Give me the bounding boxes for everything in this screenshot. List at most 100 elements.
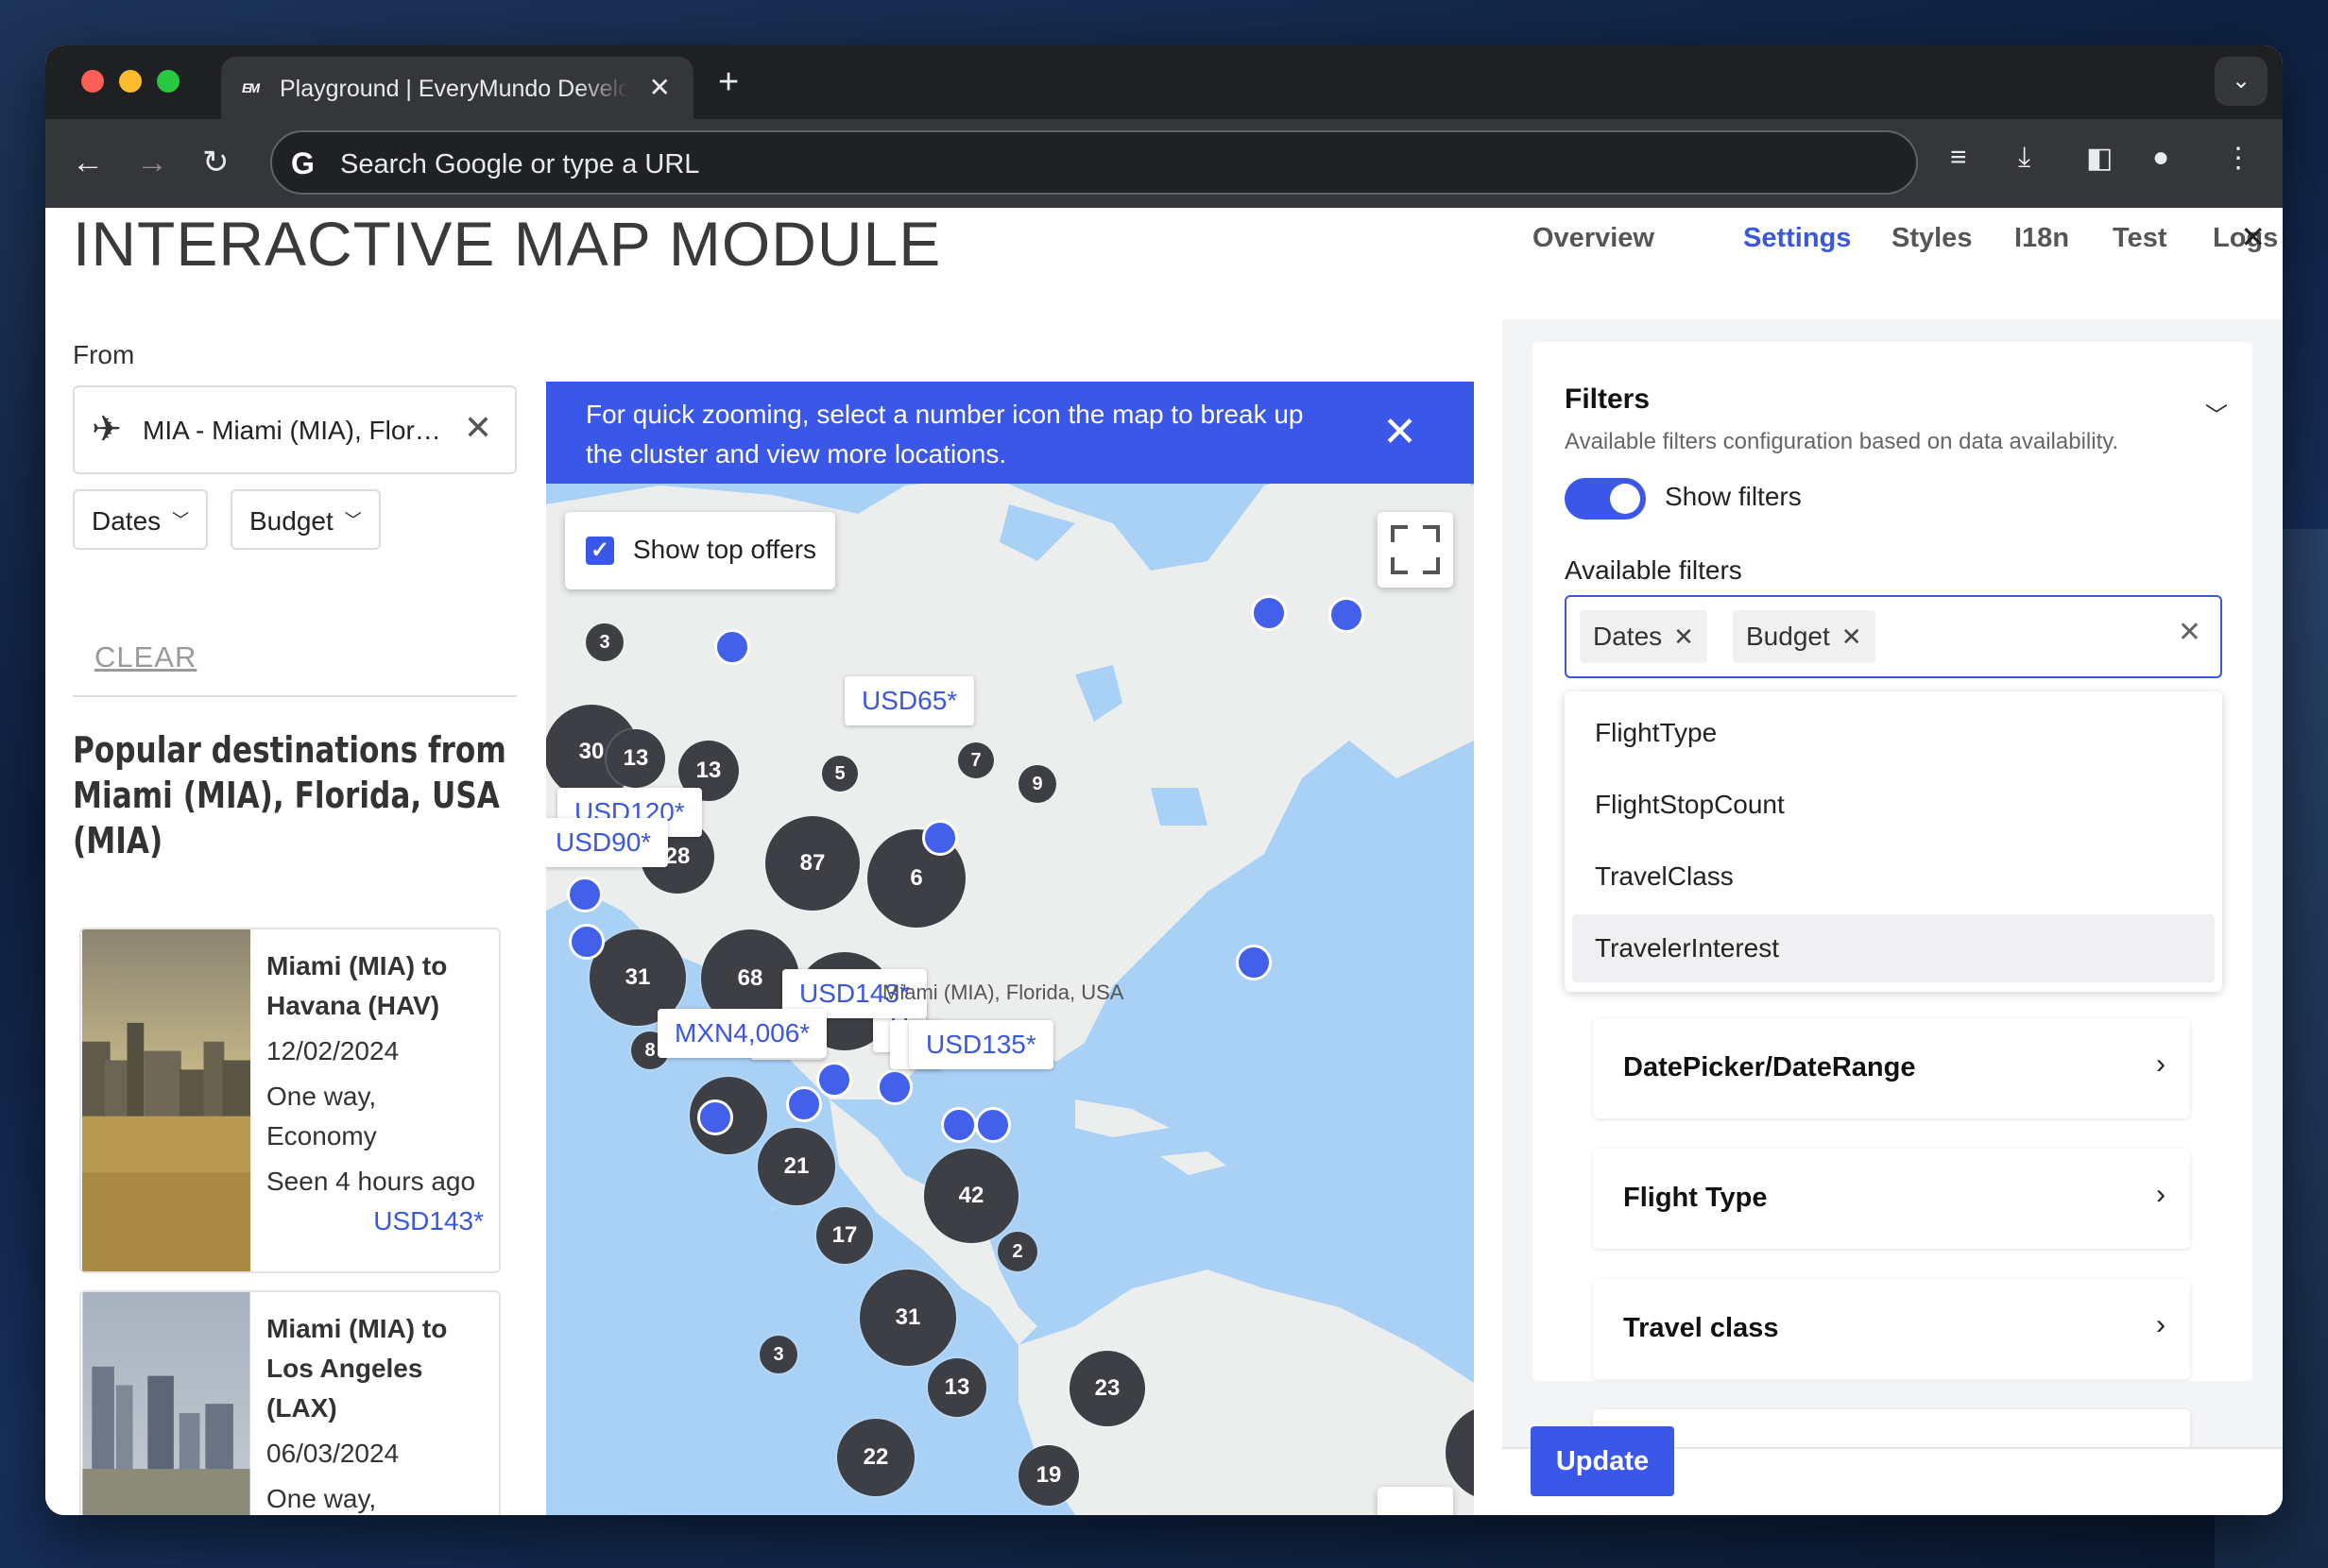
- chevron-right-icon: ›: [2156, 1179, 2165, 1210]
- section-flight-type[interactable]: Flight Type ›: [1593, 1149, 2190, 1249]
- tab-overview[interactable]: Overview: [1532, 223, 1654, 254]
- card-price[interactable]: USD143*: [266, 1202, 493, 1241]
- cluster-marker[interactable]: 21: [758, 1128, 835, 1205]
- destination-marker[interactable]: [786, 1086, 822, 1122]
- media-queue-icon[interactable]: ≡: [1950, 142, 1967, 174]
- price-tag[interactable]: USD135*: [909, 1020, 1053, 1069]
- forward-arrow-icon[interactable]: →: [136, 144, 168, 181]
- fullscreen-button[interactable]: [1378, 1487, 1453, 1515]
- destination-marker[interactable]: [975, 1107, 1011, 1143]
- interactive-map[interactable]: For quick zooming, select a number icon …: [546, 382, 1474, 1515]
- zoom-tip-banner: For quick zooming, select a number icon …: [546, 382, 1474, 484]
- filter-option[interactable]: TravelClass: [1572, 843, 2215, 911]
- back-arrow-icon[interactable]: ←: [72, 144, 104, 181]
- destination-marker[interactable]: [816, 1062, 852, 1098]
- filters-section: Filters Available filters configuration …: [1532, 342, 2252, 1509]
- update-button[interactable]: Update: [1531, 1426, 1674, 1496]
- destination-marker[interactable]: [714, 629, 750, 665]
- settings-tabs: Overview Settings Styles I18n Test Logs …: [1502, 208, 2283, 319]
- settings-panel: Overview Settings Styles I18n Test Logs …: [1502, 208, 2283, 1515]
- destination-marker[interactable]: [877, 1069, 913, 1105]
- destination-marker[interactable]: [567, 877, 603, 912]
- cluster-marker[interactable]: 23: [1070, 1351, 1145, 1426]
- tab-search-chevron-icon[interactable]: ⌄: [2215, 57, 2268, 106]
- cluster-marker[interactable]: 5: [822, 756, 858, 792]
- destination-card[interactable]: Miami (MIA) to Los Angeles (LAX) 06/03/2…: [79, 1290, 501, 1515]
- cluster-marker[interactable]: 13: [928, 1358, 986, 1417]
- tab-i18n[interactable]: I18n: [2014, 223, 2069, 254]
- close-panel-icon[interactable]: ✕: [2240, 219, 2266, 255]
- cluster-marker[interactable]: 17: [816, 1207, 873, 1264]
- tab-close-icon[interactable]: ✕: [649, 72, 671, 103]
- clear-all-icon[interactable]: ✕: [2178, 616, 2201, 649]
- cluster-marker[interactable]: 13: [607, 729, 665, 788]
- from-label: From: [73, 340, 135, 369]
- chevron-right-icon: ›: [2156, 1048, 2165, 1080]
- page-content: INTERACTIVE MAP MODULE From ✈ MIA - Miam…: [45, 208, 2283, 1515]
- from-field[interactable]: ✈ MIA - Miami (MIA), Florida, USA ✕: [73, 385, 517, 474]
- available-filters-select[interactable]: Dates ✕ Budget ✕ ✕: [1565, 595, 2222, 678]
- dates-filter-dropdown[interactable]: Dates ﹀: [73, 489, 209, 550]
- more-menu-icon[interactable]: ⋮: [2224, 142, 2252, 175]
- section-title: Flight Type: [1623, 1183, 1768, 1213]
- side-panel-icon[interactable]: ◧: [2086, 142, 2113, 175]
- cluster-marker[interactable]: 87: [765, 816, 860, 911]
- card-trip-type: One way, Economy: [266, 1082, 377, 1150]
- filters-description: Available filters configuration based on…: [1565, 429, 2119, 454]
- chevron-down-icon[interactable]: ﹀: [2205, 397, 2228, 430]
- destination-card[interactable]: Miami (MIA) to Havana (HAV) 12/02/2024 O…: [79, 928, 501, 1273]
- cluster-marker[interactable]: 9: [1018, 765, 1056, 803]
- show-filters-toggle[interactable]: [1565, 478, 1646, 520]
- cluster-marker[interactable]: 3: [760, 1336, 797, 1373]
- destination-marker[interactable]: [697, 1099, 733, 1135]
- filter-option[interactable]: FlightStopCount: [1572, 771, 2215, 839]
- profile-avatar-icon[interactable]: ●: [2152, 142, 2169, 174]
- tab-settings[interactable]: Settings: [1743, 223, 1851, 254]
- filter-option[interactable]: FlightType: [1572, 699, 2215, 767]
- section-datepicker[interactable]: DatePicker/DateRange ›: [1593, 1018, 2190, 1118]
- cluster-marker[interactable]: 31: [860, 1270, 956, 1366]
- cluster-marker[interactable]: 22: [837, 1419, 915, 1496]
- cluster-marker[interactable]: 2: [998, 1232, 1037, 1271]
- cluster-marker[interactable]: 19: [1018, 1445, 1079, 1506]
- remove-chip-icon[interactable]: ✕: [1841, 622, 1862, 651]
- section-title: Travel class: [1623, 1313, 1779, 1343]
- destination-marker[interactable]: [941, 1107, 977, 1143]
- remove-chip-icon[interactable]: ✕: [1673, 622, 1694, 651]
- price-tag[interactable]: USD90*: [546, 818, 669, 867]
- origin-label: Miami (MIA), Florida, USA: [882, 980, 1124, 1004]
- price-tag[interactable]: MXN4,006*: [658, 1009, 828, 1058]
- browser-tab[interactable]: EM Playground | EveryMundo Developers ✕: [221, 57, 693, 119]
- minimize-window-button[interactable]: [119, 70, 142, 93]
- new-tab-button[interactable]: +: [718, 62, 739, 103]
- filter-chip[interactable]: Dates ✕: [1580, 610, 1707, 663]
- browser-window: EM Playground | EveryMundo Developers ✕ …: [45, 45, 2283, 1515]
- filter-option[interactable]: TravelerInterest: [1572, 914, 2215, 982]
- address-bar[interactable]: G Search Google or type a URL: [270, 130, 1918, 195]
- close-window-button[interactable]: [81, 70, 104, 93]
- fullscreen-button[interactable]: [1378, 512, 1453, 588]
- cluster-marker[interactable]: 42: [924, 1149, 1018, 1243]
- destination-marker[interactable]: [1251, 595, 1287, 631]
- destination-marker[interactable]: [1236, 945, 1272, 980]
- destination-marker[interactable]: [1328, 597, 1364, 633]
- reload-icon[interactable]: ↻: [202, 144, 230, 181]
- close-banner-icon[interactable]: ✕: [1382, 408, 1417, 456]
- cluster-marker[interactable]: 3: [586, 623, 624, 661]
- tab-test[interactable]: Test: [2113, 223, 2166, 254]
- module-preview: INTERACTIVE MAP MODULE From ✈ MIA - Miam…: [45, 208, 1502, 1515]
- maximize-window-button[interactable]: [157, 70, 180, 93]
- cluster-marker[interactable]: 7: [958, 742, 994, 778]
- download-icon[interactable]: ⤓: [2018, 142, 2030, 174]
- clear-filters-link[interactable]: CLEAR: [94, 640, 197, 674]
- show-top-offers-checkbox[interactable]: ✓ Show top offers: [565, 512, 835, 589]
- budget-filter-dropdown[interactable]: Budget ﹀: [231, 489, 381, 550]
- zoom-tip-text: For quick zooming, select a number icon …: [586, 400, 1304, 469]
- filter-chip[interactable]: Budget ✕: [1733, 610, 1875, 663]
- price-tag[interactable]: USD65*: [845, 676, 975, 725]
- tab-styles[interactable]: Styles: [1892, 223, 1972, 254]
- destination-marker[interactable]: [569, 924, 605, 960]
- destination-marker[interactable]: [922, 820, 958, 856]
- clear-origin-icon[interactable]: ✕: [464, 408, 492, 448]
- section-travel-class[interactable]: Travel class ›: [1593, 1279, 2190, 1379]
